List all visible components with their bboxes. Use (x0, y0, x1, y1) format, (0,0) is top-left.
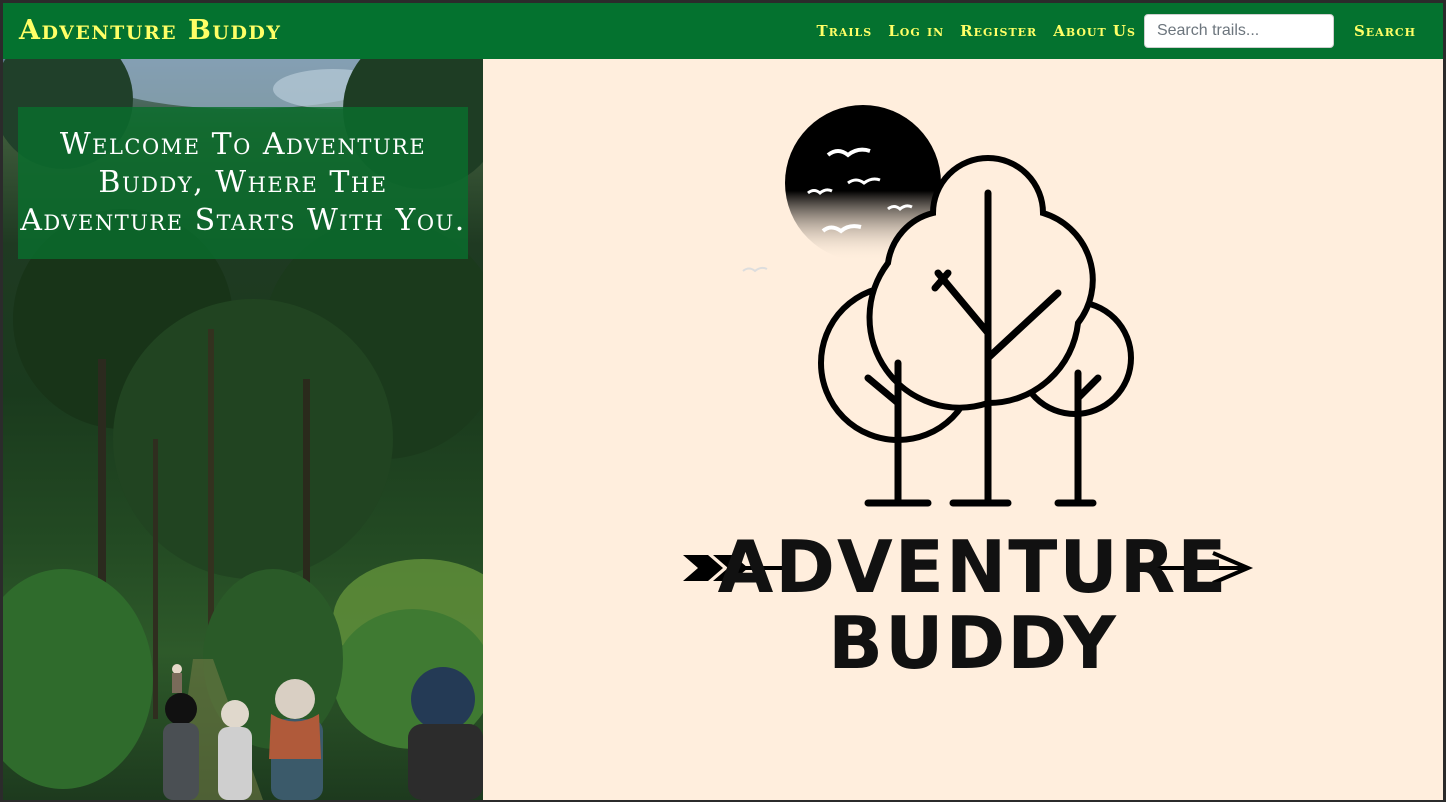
page-frame: Adventure Buddy Trails Log in Register A… (3, 3, 1443, 800)
nav-link-register[interactable]: Register (960, 22, 1037, 40)
nav-link-about[interactable]: About Us (1053, 22, 1136, 40)
nav-links: Trails Log in Register About Us Search (817, 3, 1443, 59)
adventure-buddy-logo: ADVENTURE BUDDY (663, 83, 1283, 723)
hero-photo: Welcome To Adventure Buddy, Where The Ad… (3, 59, 483, 800)
welcome-banner: Welcome To Adventure Buddy, Where The Ad… (18, 107, 468, 259)
welcome-heading: Welcome To Adventure Buddy, Where The Ad… (20, 127, 466, 238)
logo-line-2: BUDDY (828, 601, 1118, 685)
search-input[interactable] (1143, 14, 1334, 48)
logo-line-1: ADVENTURE (717, 525, 1229, 609)
nav-link-trails[interactable]: Trails (817, 22, 873, 40)
navbar: Adventure Buddy Trails Log in Register A… (3, 3, 1443, 59)
brand-link[interactable]: Adventure Buddy (19, 15, 281, 46)
search-button[interactable]: Search (1354, 22, 1416, 40)
nav-link-login[interactable]: Log in (888, 22, 944, 40)
